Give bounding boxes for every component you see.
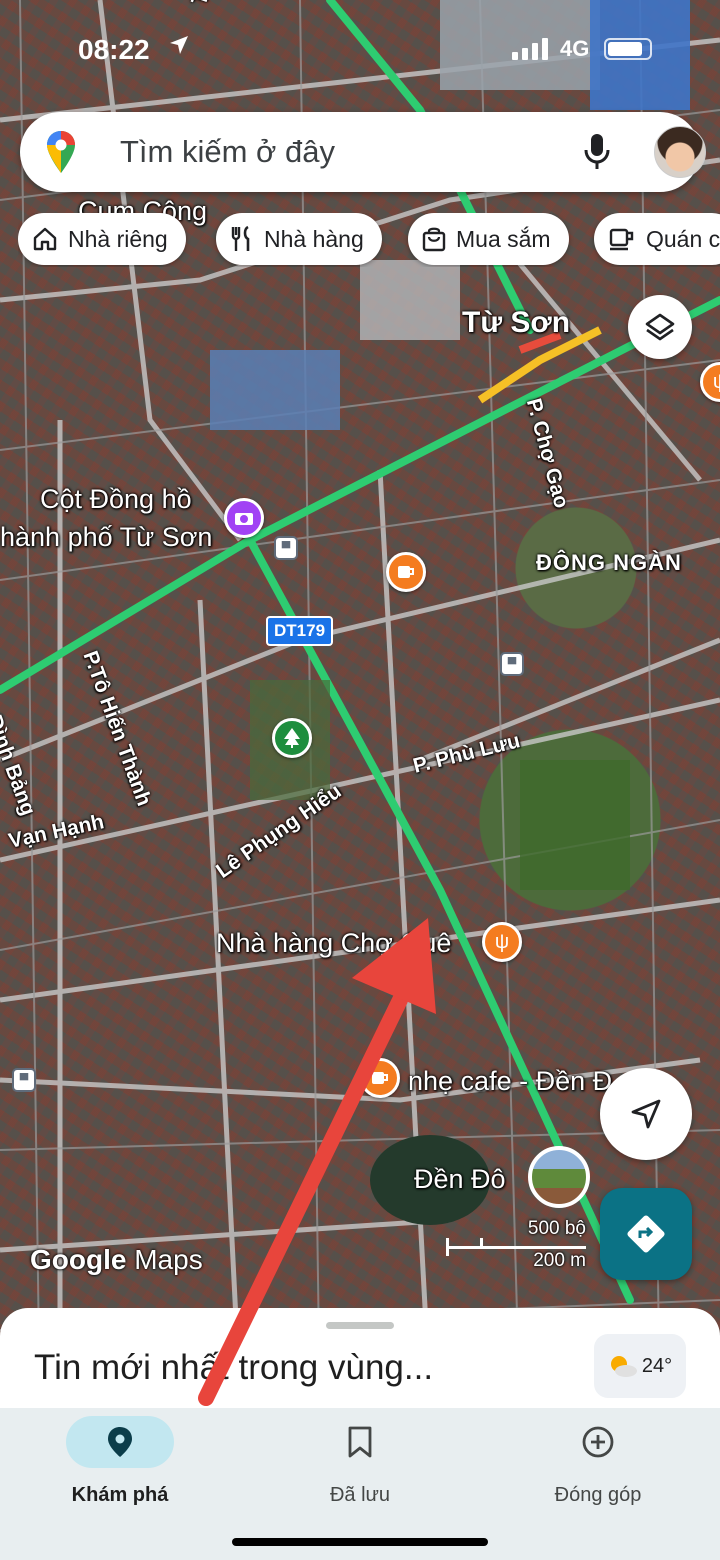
chip-restaurant[interactable]: Nhà hàng <box>216 213 382 265</box>
status-bar: 08:22 4G <box>0 30 720 70</box>
nav-label: Đã lưu <box>329 1484 391 1506</box>
scale-imperial: 500 bộ <box>527 1218 586 1239</box>
chip-shopping[interactable]: Mua sắm <box>408 213 569 265</box>
my-location-button[interactable] <box>600 1068 692 1160</box>
weather-temp: 24° <box>641 1354 673 1377</box>
signal-icon <box>512 38 548 60</box>
status-time: 08:22 <box>78 34 150 65</box>
chip-label: Quán c <box>646 225 720 252</box>
nav-saved[interactable]: Đã lưu <box>260 1416 460 1516</box>
layers-button[interactable] <box>628 295 692 359</box>
nav-contribute[interactable]: Đóng góp <box>498 1416 698 1516</box>
nav-explore[interactable]: Khám phá <box>20 1416 220 1516</box>
chip-label: Mua sắm <box>456 225 551 252</box>
coffee-icon <box>372 1072 388 1084</box>
city-label: Từ Sơn <box>462 306 571 339</box>
nav-label: Đóng góp <box>554 1484 642 1506</box>
tree-icon <box>284 728 300 748</box>
chip-label: Nhà riêng <box>68 225 168 252</box>
coffee-icon <box>398 566 414 578</box>
poi-label[interactable]: Nhà hàng Chợ Quê <box>216 928 451 959</box>
restaurant-icon: ψ <box>712 370 720 393</box>
poi-label[interactable]: hành phố Từ Sơn <box>0 522 212 553</box>
restaurant-icon <box>231 225 250 251</box>
battery-icon <box>604 38 652 60</box>
poi-label[interactable]: nhẹ cafe - Đền Đ <box>408 1066 612 1097</box>
district-label: ĐÔNG NGÀN <box>536 550 682 575</box>
shopping-bag-icon <box>422 227 446 252</box>
location-arrow-icon <box>170 36 188 54</box>
park-poi-pin[interactable] <box>272 718 312 758</box>
bottom-sheet[interactable]: Tin mới nhất trong vùng... 24° <box>0 1308 720 1418</box>
google-maps-logo: Google Maps <box>30 1244 203 1276</box>
nav-label: Khám phá <box>71 1484 169 1506</box>
sheet-drag-handle[interactable] <box>326 1322 394 1329</box>
restaurant-poi-pin[interactable]: ψ <box>482 922 522 962</box>
camera-poi-pin[interactable] <box>224 498 264 538</box>
chip-label: Nhà hàng <box>264 225 364 252</box>
bus-stop-icon[interactable]: ▀ <box>12 1068 36 1092</box>
layers-icon <box>645 313 675 341</box>
navigation-arrow-icon <box>631 1099 661 1129</box>
restaurant-icon: ψ <box>494 930 510 953</box>
home-icon <box>33 227 57 251</box>
google-maps-pin-icon <box>47 131 75 173</box>
map-scale: 500 bộ 200 m <box>446 1218 586 1278</box>
chip-cafe[interactable]: Quán c <box>594 213 720 265</box>
coffee-icon <box>609 228 634 251</box>
search-bar[interactable]: Tìm kiếm ở đây <box>20 112 706 192</box>
home-indicator <box>232 1538 488 1546</box>
maps-wordmark: Maps <box>134 1244 203 1275</box>
bus-stop-icon[interactable]: ▀ <box>500 652 524 676</box>
avatar[interactable] <box>654 126 706 178</box>
scale-metric: 200 m <box>533 1250 586 1271</box>
cafe-poi-pin[interactable] <box>360 1058 400 1098</box>
route-shield: DT179 <box>266 616 334 646</box>
directions-button[interactable] <box>600 1188 692 1280</box>
poi-label[interactable]: Đền Đô <box>414 1164 506 1195</box>
chip-home[interactable]: Nhà riêng <box>18 213 186 265</box>
den-do-photo-pin[interactable] <box>528 1146 590 1208</box>
bus-stop-icon[interactable]: ▀ <box>274 536 298 560</box>
cafe-poi-pin[interactable] <box>386 552 426 592</box>
google-wordmark: Google <box>30 1244 127 1275</box>
camera-icon <box>235 513 253 525</box>
partly-cloudy-icon <box>610 1356 637 1377</box>
add-circle-icon <box>582 1426 614 1458</box>
poi-label[interactable]: Cột Đồng hồ <box>40 484 192 515</box>
bookmark-icon <box>348 1426 372 1458</box>
weather-badge[interactable]: 24° <box>594 1334 686 1398</box>
search-input[interactable]: Tìm kiếm ở đây <box>120 134 335 170</box>
category-chips: Nhà riêng Nhà hàng Mua sắm Quán c <box>18 213 720 267</box>
directions-icon <box>627 1215 665 1253</box>
explore-pin-icon <box>108 1427 132 1457</box>
network-type: 4G <box>560 36 590 61</box>
mic-icon[interactable] <box>582 132 612 172</box>
sheet-title[interactable]: Tin mới nhất trong vùng... <box>34 1348 433 1388</box>
